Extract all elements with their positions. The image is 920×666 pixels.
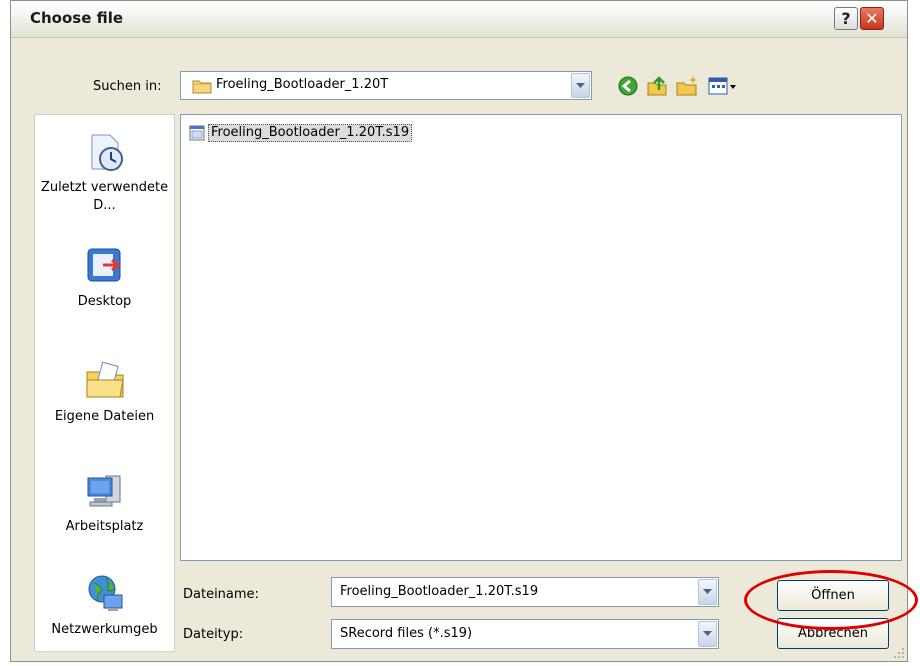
file-name: Froeling_Bootloader_1.20T.s19 [208, 124, 413, 142]
place-my-computer[interactable]: Arbeitsplatz [35, 470, 174, 536]
place-recent[interactable]: Zuletzt verwendete D... [35, 131, 174, 215]
lookin-dropdown[interactable]: Froeling_Bootloader_1.20T [180, 71, 592, 100]
cancel-button[interactable]: Abbrechen [777, 618, 889, 649]
place-label: Eigene Dateien [54, 409, 155, 424]
filename-field[interactable]: Froeling_Bootloader_1.20T.s19 [331, 577, 719, 607]
back-icon[interactable] [616, 75, 640, 97]
lookin-folder-name: Froeling_Bootloader_1.20T [216, 77, 389, 92]
s19-file-icon [189, 125, 205, 141]
filename-value: Froeling_Bootloader_1.20T.s19 [340, 584, 539, 599]
filename-label: Dateiname: [183, 587, 259, 602]
list-item[interactable]: Froeling_Bootloader_1.20T.s19 [189, 123, 413, 143]
network-icon [88, 575, 122, 611]
view-menu-icon[interactable] [707, 75, 739, 97]
close-button[interactable]: ✕ [860, 7, 884, 30]
filetype-chevron-down-icon[interactable] [698, 621, 717, 647]
up-folder-icon[interactable] [645, 75, 669, 97]
open-button[interactable]: Öffnen [777, 580, 889, 611]
place-label: Zuletzt verwendete D... [40, 180, 169, 213]
place-label: Arbeitsplatz [65, 519, 144, 534]
recent-documents-icon [91, 134, 123, 171]
new-folder-icon[interactable] [675, 75, 699, 97]
choose-file-dialog: Choose file ? ✕ Suchen in: Froeling_Boot… [10, 0, 908, 662]
place-label: Netzwerkumgeb [51, 622, 158, 637]
filename-chevron-down-icon[interactable] [698, 579, 717, 605]
place-label: Desktop [77, 294, 132, 309]
place-network[interactable]: Netzwerkumgeb [35, 573, 174, 639]
help-button[interactable]: ? [834, 7, 858, 30]
filetype-label: Dateityp: [183, 627, 244, 642]
filetype-dropdown[interactable]: SRecord files (*.s19) [331, 619, 719, 649]
place-my-documents[interactable]: Eigene Dateien [35, 360, 174, 426]
file-list[interactable]: Froeling_Bootloader_1.20T.s19 [180, 114, 902, 561]
filetype-value: SRecord files (*.s19) [340, 626, 473, 641]
place-desktop[interactable]: Desktop [35, 245, 174, 311]
lookin-label: Suchen in: [93, 79, 162, 94]
my-computer-icon [87, 475, 120, 507]
dialog-title: Choose file [30, 9, 124, 27]
lookin-chevron-down-icon[interactable] [571, 73, 590, 98]
desktop-icon [87, 248, 120, 282]
places-bar: Zuletzt verwendete D... Desktop Eigene D… [34, 114, 175, 652]
my-documents-icon [86, 361, 124, 398]
title-bar[interactable]: Choose file ? ✕ [11, 1, 907, 38]
folder-icon [192, 80, 212, 94]
resize-grip-icon[interactable] [891, 645, 905, 659]
